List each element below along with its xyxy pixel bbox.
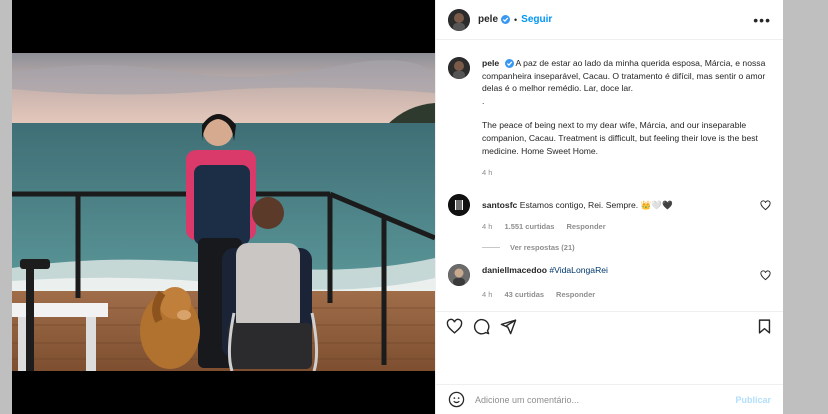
caption-time: 4 h bbox=[482, 168, 493, 178]
follow-button[interactable]: Seguir bbox=[521, 14, 552, 25]
comment-username[interactable]: daniellmacedoo bbox=[482, 265, 547, 275]
caption-text: pele A paz de estar ao lado da minha que… bbox=[482, 57, 771, 180]
action-bar bbox=[436, 311, 783, 341]
comment-input[interactable]: Adicione um comentário... bbox=[475, 395, 735, 405]
comment-username[interactable]: santosfc bbox=[482, 200, 517, 210]
reply-button[interactable]: Responder bbox=[566, 222, 605, 231]
post-photo[interactable] bbox=[12, 53, 435, 371]
comment-composer: Adicione um comentário... Publicar bbox=[436, 384, 783, 414]
comments-list[interactable]: pele A paz de estar ao lado da minha que… bbox=[436, 41, 783, 311]
emoji-icon[interactable] bbox=[448, 391, 465, 408]
publish-button[interactable]: Publicar bbox=[735, 395, 771, 405]
heart-icon[interactable] bbox=[760, 200, 771, 211]
post-header: pele • Seguir ••• bbox=[436, 0, 783, 40]
comment-time: 4 h bbox=[482, 289, 493, 299]
comment-body: Estamos contigo, Rei. Sempre. 👑🤍🖤 bbox=[519, 199, 673, 210]
caption-pt: A paz de estar ao lado da minha querida … bbox=[482, 58, 766, 94]
comment-hashtag[interactable]: #VidaLongaRei bbox=[549, 265, 608, 275]
post-media bbox=[12, 0, 435, 414]
comment-text: santosfc Estamos contigo, Rei. Sempre. 👑… bbox=[482, 199, 760, 212]
comment-meta: 4 h 1.551 curtidas Responder bbox=[482, 222, 771, 231]
comment-row: santosfc Estamos contigo, Rei. Sempre. 👑… bbox=[448, 193, 771, 216]
comment-time: 4 h bbox=[482, 221, 493, 231]
replies-divider bbox=[482, 246, 500, 248]
commenter-avatar[interactable] bbox=[448, 193, 470, 216]
comment-meta: 4 h 43 curtidas Responder bbox=[482, 290, 771, 299]
verified-icon bbox=[501, 15, 511, 24]
commenter-avatar[interactable] bbox=[448, 263, 470, 286]
comment-likes[interactable]: 43 curtidas bbox=[504, 290, 544, 299]
reply-button[interactable]: Responder bbox=[556, 290, 595, 299]
comment-row: daniellmacedoo #VidaLongaRei bbox=[448, 263, 771, 286]
caption-avatar[interactable] bbox=[448, 57, 470, 79]
author-avatar[interactable] bbox=[448, 8, 470, 31]
caption-separator: . bbox=[482, 95, 485, 106]
verified-icon bbox=[504, 59, 514, 69]
caption-username[interactable]: pele bbox=[482, 58, 499, 68]
view-replies[interactable]: Ver respostas (21) bbox=[482, 243, 771, 252]
comment-likes[interactable]: 1.551 curtidas bbox=[504, 222, 554, 231]
heart-icon[interactable] bbox=[760, 270, 771, 281]
caption-row: pele A paz de estar ao lado da minha que… bbox=[448, 57, 771, 180]
post-modal: pele • Seguir ••• pele A paz de estar ao… bbox=[12, 0, 783, 414]
separator-dot: • bbox=[514, 14, 518, 25]
comment-text: daniellmacedoo #VidaLongaRei bbox=[482, 264, 760, 277]
heart-icon[interactable] bbox=[446, 318, 463, 335]
more-icon[interactable]: ••• bbox=[753, 12, 771, 28]
caption-en: The peace of being next to my dear wife,… bbox=[482, 120, 758, 156]
author-username[interactable]: pele bbox=[478, 14, 498, 25]
share-icon[interactable] bbox=[500, 318, 517, 335]
bookmark-icon[interactable] bbox=[756, 318, 773, 335]
view-replies-label[interactable]: Ver respostas (21) bbox=[510, 243, 575, 252]
comment-icon[interactable] bbox=[473, 318, 490, 335]
post-panel: pele • Seguir ••• pele A paz de estar ao… bbox=[435, 0, 783, 414]
